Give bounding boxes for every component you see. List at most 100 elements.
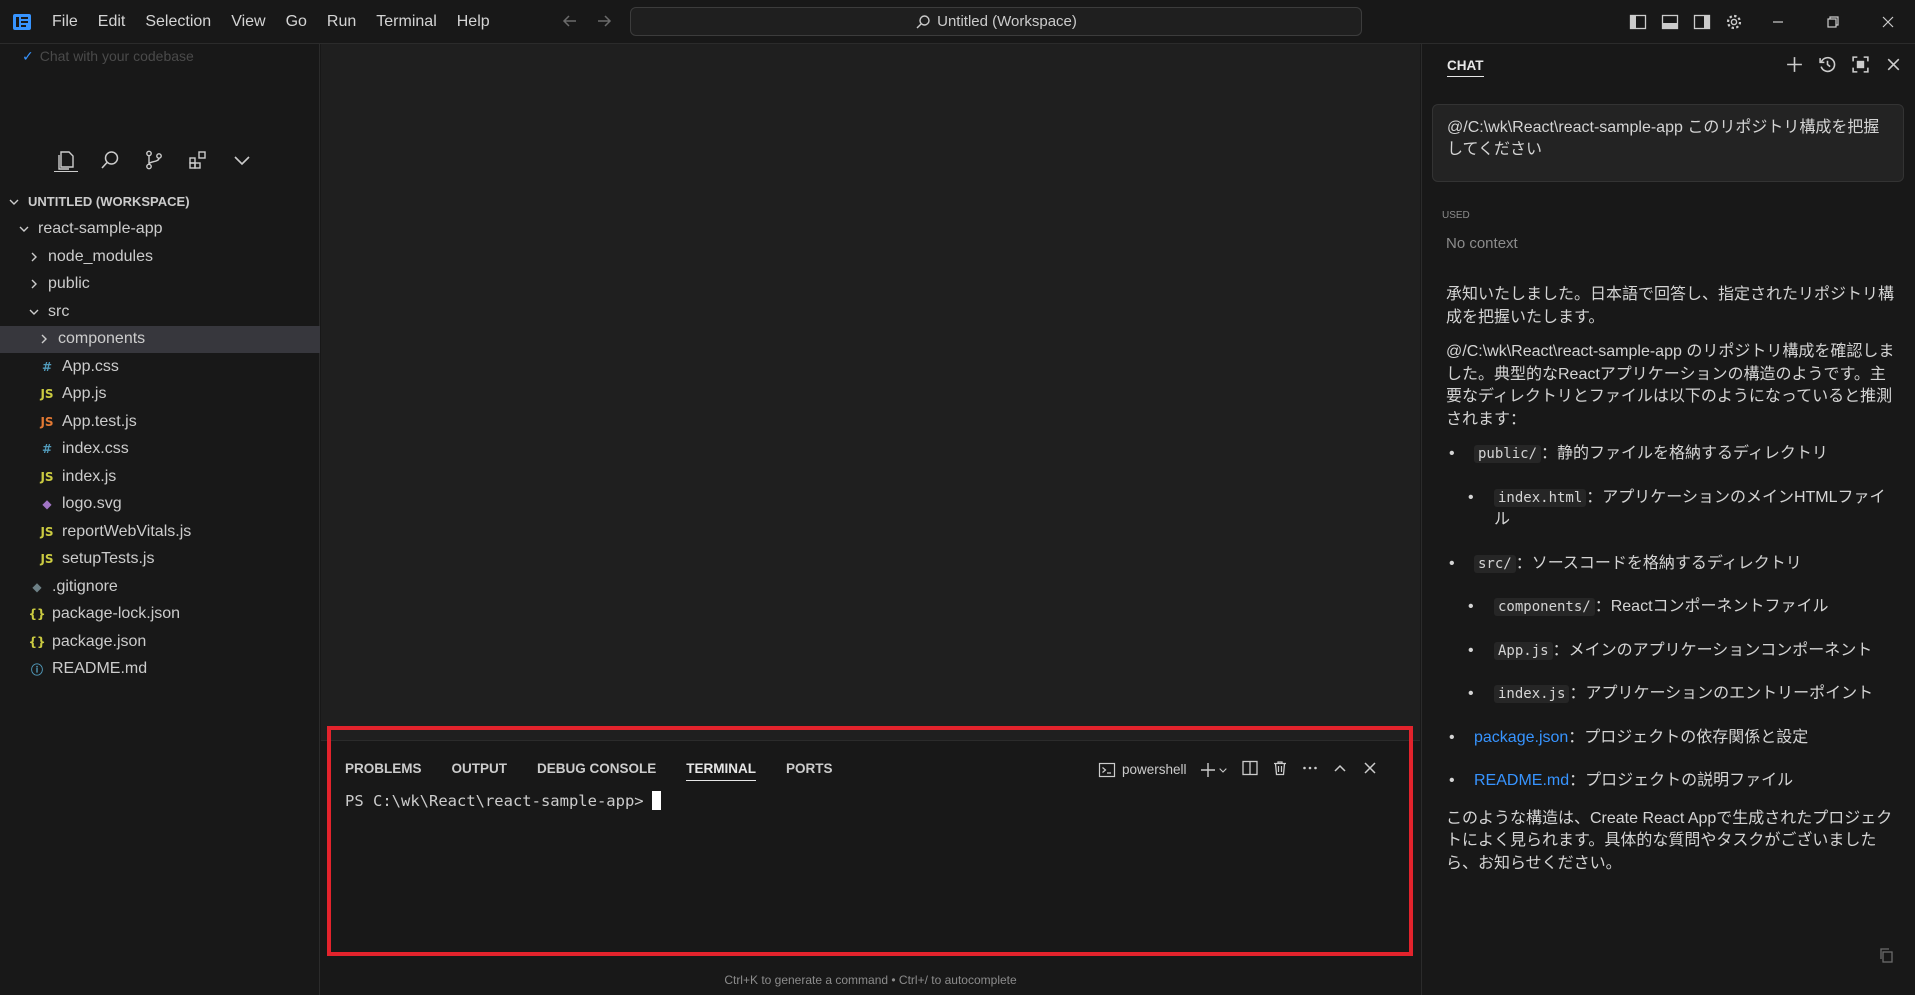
toggle-secondary-sidebar-icon[interactable]	[1686, 0, 1718, 44]
chevron-right-icon	[26, 276, 42, 292]
tree-item-label: reportWebVitals.js	[62, 522, 192, 540]
close-window-button[interactable]	[1860, 0, 1915, 44]
chat-stub-label: Chat with your codebase	[39, 48, 194, 64]
tree-folder[interactable]: src	[0, 298, 320, 326]
json-file-icon: {}	[28, 607, 46, 622]
tree-file[interactable]: ◆ logo.svg	[0, 491, 320, 519]
tree-folder[interactable]: react-sample-app	[0, 216, 320, 244]
command-center-label: Untitled (Workspace)	[937, 13, 1077, 30]
tree-item-label: .gitignore	[52, 577, 118, 595]
tree-folder[interactable]: public	[0, 271, 320, 299]
chevron-down-icon	[6, 194, 22, 210]
intro-paragraph-2: @/C:\wk\React\react-sample-app のリポジトリ構成を…	[1446, 343, 1895, 428]
chevron-right-icon	[36, 331, 52, 347]
structure-list: public/：静的ファイルを格納するディレクトリindex.html：アプリケ…	[1446, 443, 1896, 793]
close-icon[interactable]	[1884, 55, 1903, 79]
toggle-sidebar-icon[interactable]	[1622, 0, 1654, 44]
navigation-arrows	[560, 11, 614, 36]
tree-file[interactable]: JS index.js	[0, 463, 320, 491]
intro-paragraph-1: 承知いたしました。日本語で回答し、指定されたリポジトリ構成を把握いたします。	[1446, 286, 1895, 326]
copy-icon[interactable]	[1878, 947, 1895, 969]
tree-file[interactable]: {} package.json	[0, 628, 320, 656]
assistant-message: 承知いたしました。日本語で回答し、指定されたリポジトリ構成を把握いたします。 @…	[1446, 284, 1896, 887]
menu-go[interactable]: Go	[276, 13, 317, 31]
list-item: index.js：アプリケーションのエントリーポイント	[1446, 683, 1896, 706]
code-path: src/	[1474, 554, 1516, 573]
tree-file[interactable]: # index.css	[0, 436, 320, 464]
menu-terminal[interactable]: Terminal	[366, 13, 446, 31]
file-link[interactable]: README.md	[1474, 772, 1569, 789]
chat-title[interactable]: CHAT	[1447, 58, 1484, 77]
minimize-button[interactable]	[1750, 0, 1805, 44]
file-tree: UNTITLED (WORKSPACE) react-sample-app node…	[0, 188, 320, 683]
extensions-icon[interactable]	[186, 148, 210, 172]
highlight-box	[327, 726, 1413, 956]
tree-file[interactable]: JS reportWebVitals.js	[0, 518, 320, 546]
file-link[interactable]: package.json	[1474, 729, 1568, 746]
workspace-root[interactable]: UNTITLED (WORKSPACE)	[0, 188, 320, 216]
search-icon[interactable]	[98, 148, 122, 172]
git-file-icon: ◆	[32, 579, 42, 594]
tree-file[interactable]: ◆ .gitignore	[0, 573, 320, 601]
tree-file[interactable]: ⓘ README.md	[0, 656, 320, 684]
js-file-icon: JS	[40, 387, 54, 402]
code-path: index.html	[1494, 488, 1587, 507]
activity-bar	[54, 148, 254, 172]
gear-icon[interactable]	[1718, 0, 1750, 44]
tree-file[interactable]: JS App.js	[0, 381, 320, 409]
title-bar-controls	[1622, 0, 1915, 44]
back-arrow-icon[interactable]	[560, 11, 580, 36]
menu-selection[interactable]: Selection	[135, 13, 221, 31]
history-icon[interactable]	[1818, 55, 1837, 79]
title-bar: File Edit Selection View Go Run Terminal…	[0, 0, 1915, 44]
maximize-icon[interactable]	[1851, 55, 1870, 79]
tree-item-label: index.css	[62, 440, 129, 458]
tree-item-label: package.json	[52, 632, 147, 650]
terminal-hint: Ctrl+K to generate a command • Ctrl+/ to…	[724, 973, 1017, 987]
source-control-icon[interactable]	[142, 148, 166, 172]
tree-item-label: index.js	[62, 467, 117, 485]
restore-button[interactable]	[1805, 0, 1860, 44]
menu-file[interactable]: File	[42, 13, 88, 31]
context-value: No context	[1446, 235, 1518, 252]
chat-panel: CHAT @/C:\wk\React\react-sample-app このリポ…	[1421, 44, 1915, 995]
tree-item-label: App.test.js	[62, 412, 137, 430]
list-item: package.json：プロジェクトの依存関係と設定	[1446, 727, 1896, 750]
menu-edit[interactable]: Edit	[88, 13, 136, 31]
tree-folder[interactable]: components	[0, 325, 320, 353]
command-center[interactable]: Untitled (Workspace)	[630, 7, 1362, 36]
explorer-icon[interactable]	[54, 148, 78, 172]
tree-folder[interactable]: node_modules	[0, 243, 320, 271]
chevron-down-icon	[26, 304, 42, 320]
code-path: index.js	[1494, 685, 1570, 703]
info-file-icon: ⓘ	[30, 662, 43, 677]
tree-item-label: react-sample-app	[38, 220, 163, 238]
used-label: USED	[1442, 210, 1470, 221]
json-file-icon: {}	[28, 634, 46, 649]
js-file-icon: JS	[40, 524, 54, 539]
tree-file[interactable]: # App.css	[0, 353, 320, 381]
chevron-down-icon	[16, 221, 32, 237]
tree-item-label: package-lock.json	[52, 605, 181, 623]
js-file-icon: JS	[40, 552, 54, 567]
tree-item-label: src	[48, 302, 70, 320]
tree-file[interactable]: {} package-lock.json	[0, 601, 320, 629]
tree-item-label: UNTITLED (WORKSPACE)	[28, 194, 190, 210]
menu-view[interactable]: View	[221, 13, 275, 31]
list-item: README.md：プロジェクトの説明ファイル	[1446, 770, 1896, 793]
list-item: App.js：メインのアプリケーションコンポーネント	[1446, 640, 1896, 663]
tree-file[interactable]: JS App.test.js	[0, 408, 320, 436]
check-icon: ✓	[22, 48, 34, 64]
menu-run[interactable]: Run	[317, 13, 366, 31]
tree-item-label: App.js	[62, 385, 107, 403]
test-file-icon: JS	[40, 414, 54, 429]
new-chat-icon[interactable]	[1785, 55, 1804, 79]
tree-item-label: public	[48, 275, 90, 293]
menu-help[interactable]: Help	[447, 13, 500, 31]
user-message[interactable]: @/C:\wk\React\react-sample-app このリポジトリ構成…	[1432, 104, 1904, 182]
css-file-icon: #	[41, 442, 53, 457]
forward-arrow-icon[interactable]	[594, 11, 614, 36]
chevron-down-icon[interactable]	[230, 148, 254, 172]
toggle-panel-icon[interactable]	[1654, 0, 1686, 44]
tree-file[interactable]: JS setupTests.js	[0, 546, 320, 574]
